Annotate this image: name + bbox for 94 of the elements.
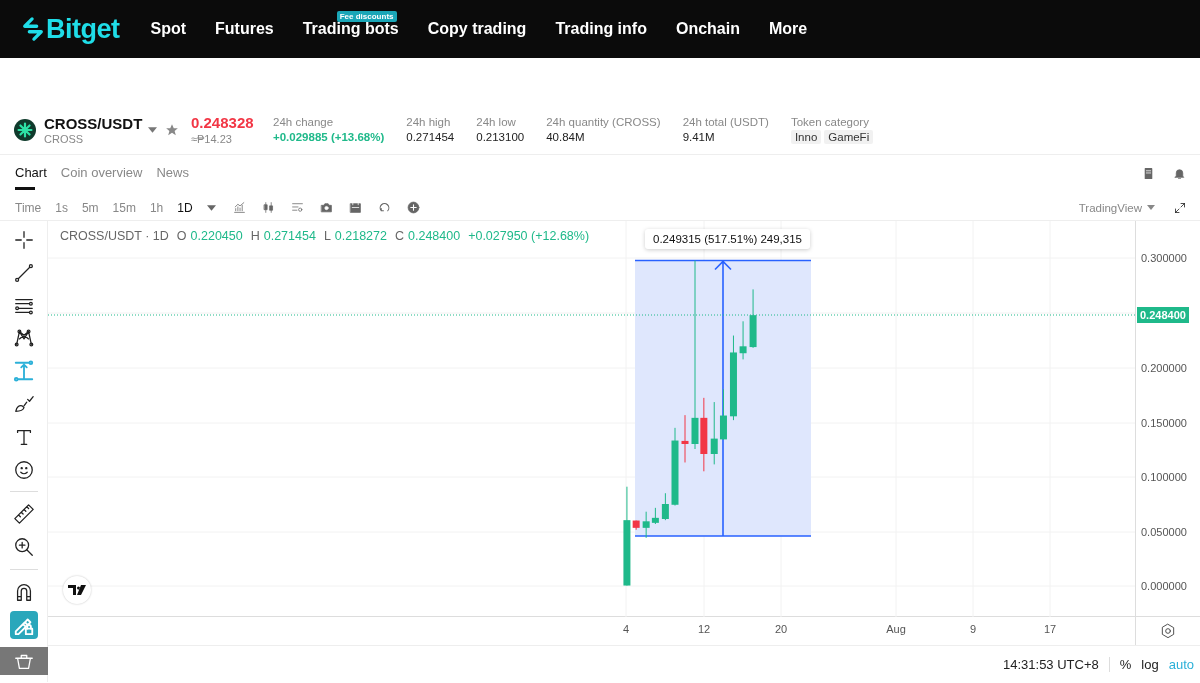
stat-label: 24h low — [476, 116, 517, 128]
time-tick: 20 — [774, 623, 788, 635]
nav-link[interactable]: Onchain — [675, 20, 740, 38]
trend-line-icon — [12, 261, 35, 284]
current-price-label: 0.248400 — [1137, 307, 1189, 323]
price-tick: 0.300000 — [1141, 252, 1187, 264]
stat-value: +0.029885 (+13.68%) — [273, 131, 385, 143]
stat-value: 0.271454 — [406, 131, 455, 143]
ohlc-value: 0.271454 — [263, 229, 316, 243]
favorite-star-icon[interactable] — [165, 122, 179, 137]
candle — [749, 288, 757, 349]
trading-pair: CROSS/USDT — [44, 114, 144, 132]
zoom-in-icon — [12, 536, 35, 559]
candle — [739, 320, 747, 360]
dropdown-caret-icon[interactable] — [1147, 205, 1155, 210]
nav-link[interactable]: Trading bots — [302, 20, 399, 38]
stat-label: 24h total (USDT) — [682, 116, 769, 128]
candle — [661, 492, 669, 521]
time-tick: 9 — [969, 623, 977, 635]
coin-logo-icon — [14, 118, 36, 141]
scale-toggle[interactable]: log — [1141, 656, 1159, 672]
stat-value: 40.84M — [546, 131, 586, 143]
fiat-price: ≈₱14.23 — [191, 133, 233, 145]
nav-link[interactable]: Futures — [215, 20, 274, 38]
time-tick: 12 — [697, 623, 711, 635]
trash-tool-button[interactable] — [0, 646, 48, 675]
camera-icon[interactable] — [319, 201, 333, 214]
measure-icon — [12, 360, 35, 383]
replay-icon[interactable] — [377, 201, 391, 214]
chart-source-dropdown[interactable]: TradingView — [1078, 201, 1142, 214]
interval-tab[interactable]: 1h — [149, 200, 164, 215]
measure-range-drawing[interactable] — [634, 259, 812, 537]
time-tick: Aug — [886, 623, 906, 635]
interval-caret-icon[interactable] — [206, 204, 216, 211]
ohlc-value: 0.248400 — [408, 229, 461, 243]
nav-link[interactable]: More — [768, 20, 808, 38]
chart-tab[interactable]: News — [156, 165, 189, 190]
category-tag[interactable]: Inno — [790, 129, 822, 144]
ohlc-label: C — [394, 229, 404, 243]
fullscreen-icon[interactable] — [1174, 201, 1186, 214]
interval-tab[interactable]: 1D — [177, 200, 193, 215]
stat-value: 0.213100 — [476, 131, 525, 143]
stat-value: 9.41M — [682, 131, 716, 143]
measure-tooltip: 0.249315 (517.51%) 249,315 — [645, 229, 810, 249]
ohlc-label: O — [176, 229, 187, 243]
settings-icon[interactable] — [1160, 623, 1176, 639]
candle — [681, 414, 689, 463]
time-tick: 17 — [1043, 623, 1057, 635]
ohlc-label: H — [250, 229, 260, 243]
tradingview-logo[interactable] — [63, 576, 91, 604]
price-tick: 0.100000 — [1141, 471, 1187, 483]
candlestick-icon[interactable] — [261, 201, 275, 214]
ruler-icon — [12, 503, 35, 526]
nav-link[interactable]: Copy trading — [427, 20, 527, 38]
interval-tab[interactable]: 1s — [55, 200, 68, 215]
interval-tab[interactable]: 15m — [112, 200, 136, 215]
interval-tab[interactable]: 5m — [81, 200, 99, 215]
brush-icon — [12, 393, 35, 415]
stat-label: Token category — [790, 115, 870, 128]
notebook-icon[interactable] — [1142, 167, 1155, 180]
price-tick: 0.000000 — [1141, 580, 1187, 592]
stat-label: 24h high — [406, 116, 452, 128]
price-tick: 0.150000 — [1141, 417, 1187, 429]
crosshair-icon — [12, 229, 35, 251]
price-change: +0.027950 (+12.68%) — [468, 229, 590, 243]
interval-tab[interactable]: Time — [15, 200, 42, 215]
tv-logo-icon — [68, 585, 86, 595]
calendar-icon[interactable] — [348, 201, 362, 214]
stat-label: 24h change — [273, 116, 335, 128]
nav-link[interactable]: Spot — [150, 20, 187, 38]
ohlc-label: L — [323, 229, 331, 243]
ohlc-value: 0.218272 — [334, 229, 387, 243]
category-tag[interactable]: GameFi — [824, 129, 874, 144]
symbol-title: CROSS/USDT · 1D — [60, 229, 169, 243]
nav-link[interactable]: Trading info — [555, 20, 647, 38]
time-tick: 4 — [622, 623, 630, 635]
smiley-icon — [12, 458, 35, 481]
ohlc-value: 0.220450 — [190, 229, 243, 243]
discount-badge: Fee discounts — [336, 11, 397, 22]
add-circle-icon[interactable] — [406, 201, 420, 214]
indicators-icon[interactable] — [232, 201, 246, 214]
chart-tab[interactable]: Coin overview — [60, 165, 143, 190]
last-price: 0.248328 — [191, 114, 255, 131]
price-tick: 0.050000 — [1141, 526, 1187, 538]
dropdown-caret-icon[interactable] — [148, 126, 157, 133]
timezone-clock[interactable]: 14:31:53 UTC+8 — [1003, 656, 1110, 672]
brand-logo[interactable]: Bitget — [46, 13, 120, 45]
stat-label: 24h quantity (CROSS) — [546, 116, 661, 128]
base-coin: CROSS — [44, 132, 85, 145]
alert-bell-icon[interactable] — [1173, 167, 1186, 180]
logo-arrows-icon — [22, 16, 44, 42]
scale-toggle[interactable]: % — [1119, 656, 1132, 672]
price-tick: 0.200000 — [1141, 362, 1187, 374]
chart-tab[interactable]: Chart — [15, 165, 47, 190]
